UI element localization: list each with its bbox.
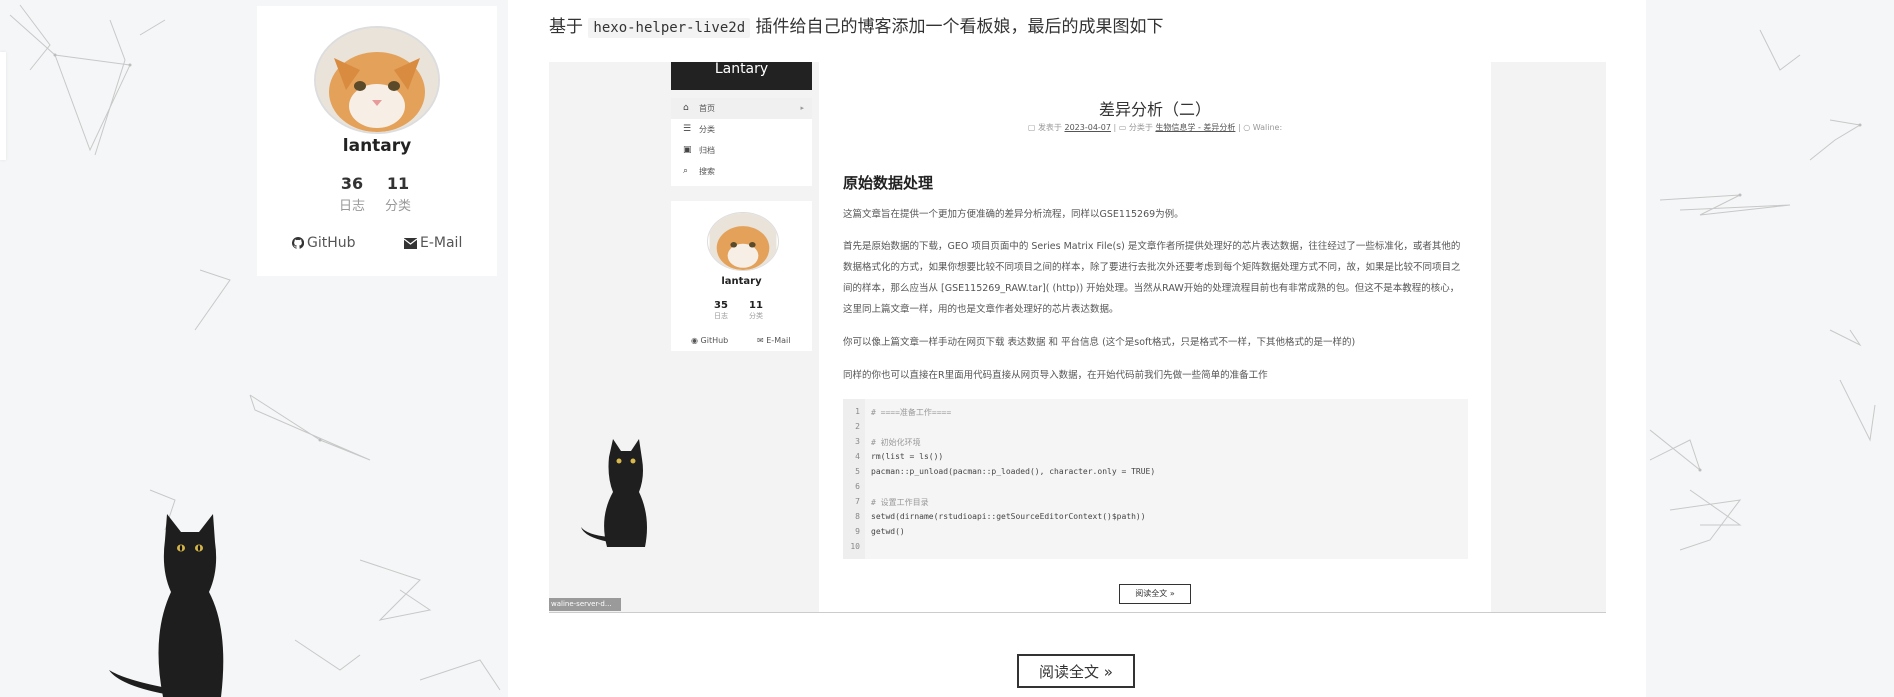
screenshot-article: 差异分析（二） ▢ 发表于 2023-04-07 | ▭ 分类于 生物信息学 -… bbox=[819, 62, 1491, 612]
screenshot-stat-number: 11 bbox=[749, 300, 763, 311]
screenshot-menu-item: ⌂ 首页 ▸ bbox=[671, 98, 812, 119]
code-line-number: 8 bbox=[855, 512, 860, 521]
sidebar-toggle-tab[interactable] bbox=[0, 52, 6, 160]
code-line-number: 5 bbox=[855, 467, 860, 476]
screenshot-nav-menu: ⌂ 首页 ▸ ☰ 分类 ▣ 归档 ⌕ 搜索 bbox=[671, 98, 812, 186]
code-line-number: 4 bbox=[855, 452, 860, 461]
screenshot-article-heading: 原始数据处理 bbox=[843, 174, 934, 192]
code-line: setwd(dirname(rstudioapi::getSourceEdito… bbox=[871, 512, 1146, 521]
screenshot-status-bar: waline-server-d... bbox=[549, 598, 621, 611]
screenshot-menu-item: ☰ 分类 bbox=[671, 119, 812, 140]
inline-code: hexo-helper-live2d bbox=[588, 18, 751, 38]
meta-comment: Waline: bbox=[1252, 123, 1283, 132]
read-more-button[interactable]: 阅读全文 » bbox=[1017, 654, 1135, 688]
intro-suffix: 插件给自己的博客添加一个看板娘，最后的成果图如下 bbox=[755, 17, 1164, 37]
github-link-label: GitHub bbox=[307, 235, 356, 251]
screenshot-article-title: 差异分析（二） bbox=[1098, 100, 1211, 119]
code-line: # ====准备工作==== bbox=[871, 408, 952, 417]
code-line: pacman::p_unload(pacman::p_loaded(), cha… bbox=[871, 467, 1156, 476]
screenshot-site-header: Lantary bbox=[671, 62, 812, 90]
post-body: 基于 hexo-helper-live2d 插件给自己的博客添加一个看板娘，最后… bbox=[508, 0, 1646, 697]
code-line: # 初始化环境 bbox=[871, 438, 921, 447]
screenshot-avatar bbox=[707, 212, 779, 271]
screenshot-profile-card: lantary 35 日志 11 分类 ◉ GitHub ✉ E-Mail bbox=[671, 201, 812, 351]
live2d-cat-small bbox=[581, 439, 647, 547]
avatar[interactable] bbox=[314, 26, 440, 134]
github-link[interactable]: GitHub bbox=[291, 235, 356, 251]
screenshot-menu-label: 首页 bbox=[699, 104, 715, 113]
code-line-number: 1 bbox=[855, 407, 860, 416]
screenshot-code-block: 1 # ====准备工作==== 2 3 # 初始化环境 4 rm(list =… bbox=[843, 399, 1468, 559]
archive-icon: ▣ bbox=[683, 145, 692, 155]
screenshot-article-meta: ▢ 发表于 2023-04-07 | ▭ 分类于 生物信息学 - 差异分析 | … bbox=[1027, 123, 1283, 132]
screenshot-read-more-button: 阅读全文 » bbox=[1119, 584, 1191, 604]
screenshot-menu-item: ⌕ 搜索 bbox=[671, 161, 812, 182]
envelope-icon bbox=[403, 238, 418, 249]
meta-posted-prefix: 发表于 bbox=[1037, 123, 1062, 132]
code-line-number: 3 bbox=[855, 437, 860, 446]
list-icon: ☰ bbox=[683, 124, 692, 134]
screenshot-stat-label: 分类 bbox=[749, 312, 763, 320]
screenshot-github-label: GitHub bbox=[700, 336, 729, 345]
stat-number: 11 bbox=[386, 174, 410, 193]
screenshot-stat-label: 日志 bbox=[714, 312, 728, 320]
screenshot-author-name: lantary bbox=[721, 276, 762, 287]
caret-right-icon: ▸ bbox=[800, 104, 804, 112]
screenshot-menu-label: 归档 bbox=[699, 146, 715, 155]
intro-prefix: 基于 bbox=[549, 17, 583, 37]
code-line-number: 2 bbox=[855, 422, 860, 431]
result-screenshot-image: Lantary ⌂ 首页 ▸ ☰ 分类 ▣ 归档 ⌕ 搜索 lantary 35… bbox=[549, 62, 1606, 613]
screenshot-site-title: Lantary bbox=[714, 62, 769, 77]
screenshot-paragraph: 同样的你也可以直接在R里面用代码直接从网页导入数据，在开始代码前我们先做一些简单… bbox=[843, 370, 1268, 381]
meta-category: 生物信息学 - 差异分析 bbox=[1155, 123, 1236, 132]
screenshot-stat-number: 35 bbox=[714, 300, 728, 311]
screenshot-github-link: ◉ GitHub bbox=[691, 336, 729, 345]
screenshot-menu-label: 搜索 bbox=[699, 167, 715, 176]
meta-date: 2023-04-07 bbox=[1064, 123, 1111, 132]
code-line: # 设置工作目录 bbox=[871, 498, 929, 507]
screenshot-paragraph: 这篇文章旨在提供一个更加方便准确的差异分析流程，同样以GSE115269为例。 bbox=[843, 209, 1184, 220]
code-line: rm(list = ls()) bbox=[871, 452, 944, 461]
folder-icon: ▭ bbox=[1118, 123, 1127, 132]
screenshot-email-link: ✉ E-Mail bbox=[757, 336, 791, 345]
comment-icon: ○ bbox=[1243, 123, 1251, 132]
stat-label: 分类 bbox=[384, 199, 411, 214]
screenshot-email-label: E-Mail bbox=[766, 336, 791, 345]
categories-count[interactable]: 11 分类 bbox=[368, 174, 428, 214]
live2d-cat-mascot[interactable] bbox=[105, 510, 255, 697]
github-icon bbox=[291, 236, 305, 249]
code-line: getwd() bbox=[871, 527, 905, 536]
email-link-label: E-Mail bbox=[420, 235, 463, 251]
code-line-number: 10 bbox=[850, 542, 860, 551]
screenshot-menu-label: 分类 bbox=[699, 125, 715, 134]
screenshot-stat: 11 分类 bbox=[736, 300, 776, 321]
code-line-number: 7 bbox=[855, 497, 860, 506]
screenshot-paragraph: 你可以像上篇文章一样手动在网页下载 表达数据 和 平台信息 (这个是soft格式… bbox=[843, 337, 1356, 348]
email-link[interactable]: E-Mail bbox=[403, 235, 463, 251]
home-icon: ⌂ bbox=[683, 103, 689, 113]
post-intro-text: 基于 hexo-helper-live2d 插件给自己的博客添加一个看板娘，最后… bbox=[549, 12, 1164, 38]
code-line-number: 9 bbox=[855, 527, 860, 536]
meta-category-prefix: 分类于 bbox=[1128, 123, 1153, 132]
screenshot-paragraph: 首先是原始数据的下载，GEO 项目页面中的 Series Matrix File… bbox=[843, 241, 1461, 315]
code-line-number: 6 bbox=[855, 482, 860, 491]
author-name: lantary bbox=[342, 136, 412, 156]
author-profile-card: lantary 36 日志 11 分类 GitHub E-Mail bbox=[257, 6, 497, 276]
screenshot-stat: 35 日志 bbox=[701, 300, 741, 321]
calendar-icon: ▢ bbox=[1027, 123, 1036, 132]
screenshot-menu-item: ▣ 归档 bbox=[671, 140, 812, 161]
search-icon: ⌕ bbox=[683, 166, 689, 176]
